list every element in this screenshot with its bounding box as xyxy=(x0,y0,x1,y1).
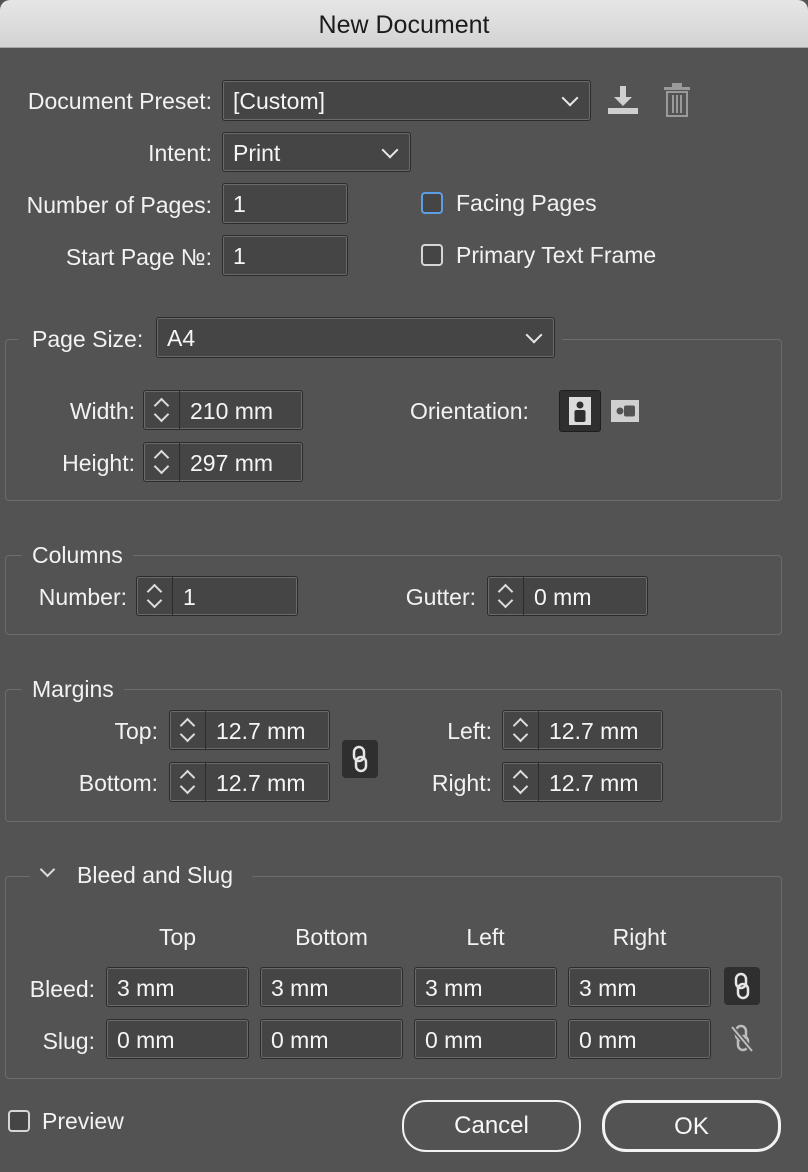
stepper-arrows-icon[interactable] xyxy=(503,711,539,749)
stepper-arrows-icon[interactable] xyxy=(488,577,524,615)
number-of-pages-value: 1 xyxy=(233,191,246,217)
height-stepper[interactable]: 297 mm xyxy=(143,442,303,482)
preview-checkbox[interactable] xyxy=(8,1110,30,1132)
stepper-arrows-icon[interactable] xyxy=(144,443,180,481)
save-preset-icon[interactable] xyxy=(606,84,640,116)
chevron-down-icon xyxy=(525,326,543,344)
orientation-label: Orientation: xyxy=(410,398,529,424)
primary-text-frame-label: Primary Text Frame xyxy=(456,242,657,268)
bleed-slug-title: Bleed and Slug xyxy=(77,862,234,888)
bleed-header-top: Top xyxy=(158,924,197,950)
document-preset-value: [Custom] xyxy=(233,88,326,114)
gutter-label: Gutter: xyxy=(405,584,476,610)
margin-bottom-stepper[interactable]: 12.7 mm xyxy=(169,762,330,802)
bleed-label: Bleed: xyxy=(29,976,95,1002)
bleed-right-input[interactable]: 3 mm xyxy=(568,967,711,1007)
width-label: Width: xyxy=(69,398,135,424)
margin-bottom-value: 12.7 mm xyxy=(216,770,306,796)
bleed-header-bottom: Bottom xyxy=(295,924,368,950)
title-bar: New Document xyxy=(0,0,808,48)
margin-left-value: 12.7 mm xyxy=(549,718,639,744)
margin-top-stepper[interactable]: 12.7 mm xyxy=(169,710,330,750)
height-label: Height: xyxy=(62,450,135,476)
start-page-input[interactable]: 1 xyxy=(222,235,348,276)
bleed-right-value: 3 mm xyxy=(579,975,637,1001)
bleed-left-value: 3 mm xyxy=(425,975,483,1001)
landscape-icon xyxy=(611,400,639,422)
margins-link-button[interactable] xyxy=(342,740,378,778)
facing-pages-checkbox[interactable] xyxy=(421,192,443,214)
portrait-icon xyxy=(569,397,591,425)
bleed-header-left: Left xyxy=(466,924,505,950)
window-title: New Document xyxy=(318,11,490,39)
margin-left-label: Left: xyxy=(447,718,492,744)
height-value: 297 mm xyxy=(190,450,274,476)
bleed-bottom-input[interactable]: 3 mm xyxy=(260,967,403,1007)
page-size-label: Page Size: xyxy=(32,326,144,352)
slug-right-value: 0 mm xyxy=(579,1027,637,1053)
page-size-value: A4 xyxy=(167,325,196,351)
document-preset-label: Document Preset: xyxy=(27,88,212,114)
chain-link-icon xyxy=(352,745,368,773)
bleed-top-input[interactable]: 3 mm xyxy=(106,967,249,1007)
stepper-arrows-icon[interactable] xyxy=(144,391,180,429)
intent-label: Intent: xyxy=(148,140,212,166)
bleed-bottom-value: 3 mm xyxy=(271,975,329,1001)
width-value: 210 mm xyxy=(190,398,274,424)
bleed-header-right: Right xyxy=(612,924,667,950)
margins-title: Margins xyxy=(22,674,124,704)
stepper-arrows-icon[interactable] xyxy=(503,763,539,801)
bleed-link-button[interactable] xyxy=(724,967,760,1005)
trash-icon[interactable] xyxy=(663,83,691,117)
columns-title: Columns xyxy=(22,540,133,570)
start-page-label: Start Page №: xyxy=(65,244,212,270)
ok-button[interactable]: OK xyxy=(602,1100,781,1152)
slug-top-value: 0 mm xyxy=(117,1027,175,1053)
margin-top-label: Top: xyxy=(114,718,158,744)
primary-text-frame-checkbox[interactable] xyxy=(421,244,443,266)
margins-group xyxy=(5,689,782,822)
start-page-value: 1 xyxy=(233,243,246,269)
bleed-left-input[interactable]: 3 mm xyxy=(414,967,557,1007)
slug-left-input[interactable]: 0 mm xyxy=(414,1019,557,1059)
preview-label: Preview xyxy=(42,1108,124,1134)
slug-left-value: 0 mm xyxy=(425,1027,483,1053)
facing-pages-label: Facing Pages xyxy=(456,190,597,216)
intent-value: Print xyxy=(233,140,281,166)
slug-bottom-input[interactable]: 0 mm xyxy=(260,1019,403,1059)
slug-top-input[interactable]: 0 mm xyxy=(106,1019,249,1059)
number-of-pages-label: Number of Pages: xyxy=(26,192,212,218)
slug-bottom-value: 0 mm xyxy=(271,1027,329,1053)
margin-top-value: 12.7 mm xyxy=(216,718,306,744)
margin-right-value: 12.7 mm xyxy=(549,770,639,796)
columns-number-stepper[interactable]: 1 xyxy=(136,576,298,616)
document-preset-select[interactable]: [Custom] xyxy=(222,80,591,121)
cancel-button[interactable]: Cancel xyxy=(402,1100,581,1152)
margin-bottom-label: Bottom: xyxy=(78,770,158,796)
portrait-orientation-button[interactable] xyxy=(559,390,601,432)
landscape-orientation-button[interactable] xyxy=(606,392,646,432)
margin-right-stepper[interactable]: 12.7 mm xyxy=(502,762,663,802)
columns-number-value: 1 xyxy=(183,584,196,610)
margin-left-stepper[interactable]: 12.7 mm xyxy=(502,710,663,750)
bleed-top-value: 3 mm xyxy=(117,975,175,1001)
stepper-arrows-icon[interactable] xyxy=(137,577,173,615)
columns-number-label: Number: xyxy=(38,584,127,610)
gutter-value: 0 mm xyxy=(534,584,592,610)
slug-link-button[interactable] xyxy=(724,1019,760,1057)
intent-select[interactable]: Print xyxy=(222,132,411,172)
width-stepper[interactable]: 210 mm xyxy=(143,390,303,430)
number-of-pages-input[interactable]: 1 xyxy=(222,183,348,224)
page-size-select[interactable]: A4 xyxy=(156,317,555,358)
stepper-arrows-icon[interactable] xyxy=(170,763,206,801)
slug-right-input[interactable]: 0 mm xyxy=(568,1019,711,1059)
chain-link-icon xyxy=(734,972,750,1000)
broken-chain-link-icon xyxy=(729,1024,755,1054)
slug-label: Slug: xyxy=(42,1028,95,1054)
stepper-arrows-icon[interactable] xyxy=(170,711,206,749)
margin-right-label: Right: xyxy=(431,770,492,796)
gutter-stepper[interactable]: 0 mm xyxy=(487,576,648,616)
chevron-down-icon xyxy=(561,89,579,107)
chevron-down-icon xyxy=(381,141,399,159)
